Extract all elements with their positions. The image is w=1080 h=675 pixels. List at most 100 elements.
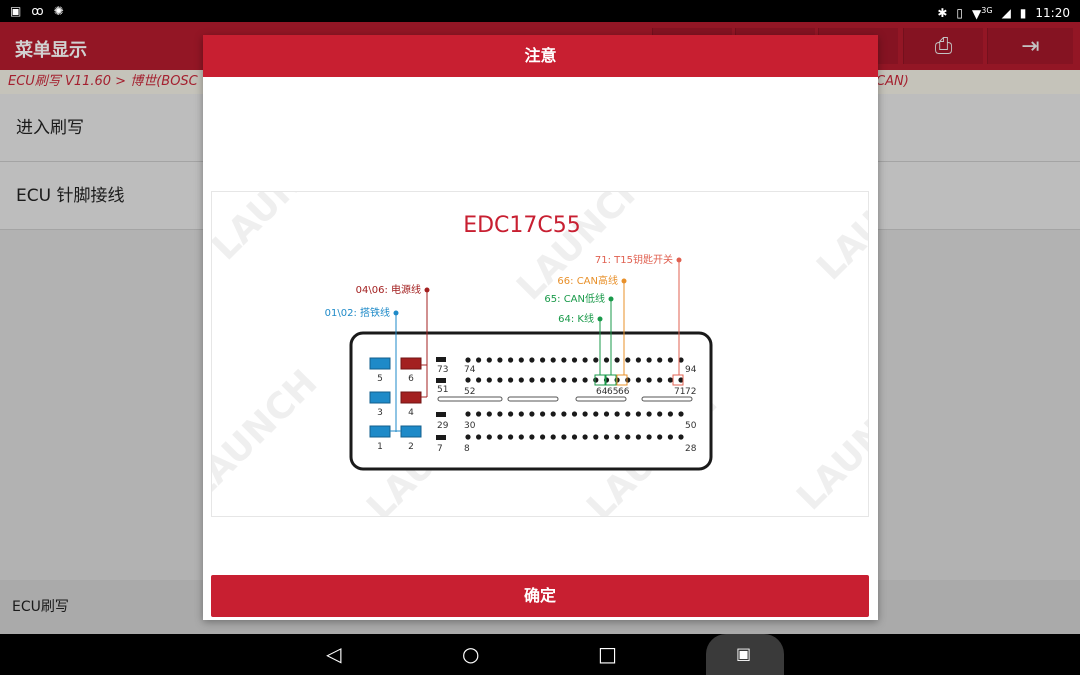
socket-5 <box>369 357 391 370</box>
pin-label: 7 <box>437 444 443 454</box>
connector-pin <box>518 434 524 440</box>
connector-pin <box>518 377 524 383</box>
pin-label: 94 <box>685 365 697 375</box>
annotation-t15: 71: T15钥匙开关 <box>595 253 673 266</box>
back-icon[interactable]: ◁ <box>326 642 341 666</box>
pin-label: 30 <box>464 421 476 431</box>
annotation-ground: 01\02: 搭铁线 <box>325 306 390 319</box>
connector-pin <box>497 377 503 383</box>
connector-pin <box>593 357 599 363</box>
connector-pin <box>625 411 631 417</box>
pin-label: 1 <box>377 442 383 452</box>
pin-label: 73 <box>437 365 448 375</box>
voicemail-icon: ꝏ <box>31 4 44 18</box>
connector-pin <box>635 411 641 417</box>
connector-pin <box>571 411 578 417</box>
network-type: 3G <box>981 6 993 15</box>
connector-pin <box>646 411 652 417</box>
connector-pin <box>614 411 620 417</box>
connector-pin <box>625 434 631 440</box>
connector-pin <box>550 357 556 363</box>
nav-bar: ◁ ○ □ <box>0 634 1080 675</box>
pin-label: 3 <box>377 408 383 418</box>
screenshot-button[interactable]: ▣ <box>706 634 784 675</box>
connector-pin <box>540 411 546 417</box>
connector-pin <box>657 411 663 417</box>
connector-pin <box>561 411 567 417</box>
recents-icon[interactable]: □ <box>598 642 617 666</box>
connector-pin <box>497 357 503 363</box>
connector-pin <box>476 357 482 363</box>
annotation-power: 04\06: 电源线 <box>356 283 421 296</box>
bluetooth-icon: ✱ <box>937 5 948 20</box>
connector-pin <box>635 434 641 440</box>
pin-label: 74 <box>464 365 476 375</box>
connector-pin <box>678 411 684 417</box>
pin-label: 5 <box>377 374 383 384</box>
watermark-text: LAUNCH <box>509 192 655 308</box>
wifi-icon: ▼3G <box>972 6 993 21</box>
connector-pin <box>550 377 556 383</box>
pin-label: 4 <box>408 408 414 418</box>
connector-pin <box>476 411 482 417</box>
connector-pin <box>497 434 503 440</box>
vibrate-icon: ▯ <box>956 5 964 20</box>
connector-pin <box>508 411 514 417</box>
connector-pin <box>550 411 556 417</box>
pin-label: 29 <box>437 421 449 431</box>
battery-icon: ▮ <box>1019 5 1027 20</box>
connector-pin <box>486 434 492 440</box>
connector-pin <box>529 411 535 417</box>
connector-pin <box>646 357 652 363</box>
dialog-title: 注意 <box>203 35 878 77</box>
connector-pin <box>614 434 620 440</box>
pin-label: 28 <box>685 444 697 454</box>
ecu-model-title: EDC17C55 <box>463 213 581 238</box>
annotation-can-low: 65: CAN低线 <box>544 292 605 305</box>
socket-4 <box>400 391 422 404</box>
connector-pin <box>593 411 599 417</box>
connector-pin <box>582 357 588 363</box>
connector-pin <box>571 434 578 440</box>
bug-icon: ✺ <box>53 4 64 18</box>
connector-pin <box>508 377 514 383</box>
pin-label: 64 <box>596 387 608 397</box>
connector-pin <box>603 411 610 417</box>
connector-pin <box>635 377 641 383</box>
connector-pin <box>582 411 588 417</box>
pin-label: 8 <box>464 444 470 454</box>
connector-pin <box>529 357 535 363</box>
connector-pin <box>593 377 599 383</box>
pin-label: 71 <box>674 387 685 397</box>
connector-pin <box>603 434 610 440</box>
watermark-text: LAUNCH <box>789 372 869 517</box>
socket-3 <box>369 391 391 404</box>
connector-pin <box>593 434 599 440</box>
connector-pin <box>508 434 514 440</box>
connector-pin <box>635 357 641 363</box>
status-bar: ▣ ꝏ ✺ ✱ ▯ ▼3G ◢ ▮ 11:20 <box>0 0 1080 22</box>
connector-pin <box>465 357 471 363</box>
connector-pin <box>625 377 631 383</box>
connector-pin <box>486 411 492 417</box>
confirm-button[interactable]: 确定 <box>211 575 869 617</box>
pin-label: 2 <box>408 442 414 452</box>
connector-pin <box>646 434 652 440</box>
notice-dialog: 注意 LAUNCH LAUNCH LAUNCH LAUNCH LAUNCH LA… <box>203 35 878 620</box>
pin-label: 72 <box>685 387 696 397</box>
socket-1 <box>369 425 391 438</box>
connector-pin <box>540 377 546 383</box>
socket-6 <box>400 357 422 370</box>
connector-pin <box>465 411 471 417</box>
connector-pin <box>486 377 492 383</box>
pin-label: 52 <box>464 387 475 397</box>
watermark-text: LAUNCH <box>212 362 325 508</box>
connector-pin <box>646 377 652 383</box>
connector-pin <box>550 434 556 440</box>
connector-pin <box>561 434 567 440</box>
home-icon[interactable]: ○ <box>462 642 479 666</box>
connector-pin <box>657 357 663 363</box>
connector-pin <box>667 377 673 383</box>
connector-pin <box>571 357 578 363</box>
connector-pin <box>582 434 588 440</box>
